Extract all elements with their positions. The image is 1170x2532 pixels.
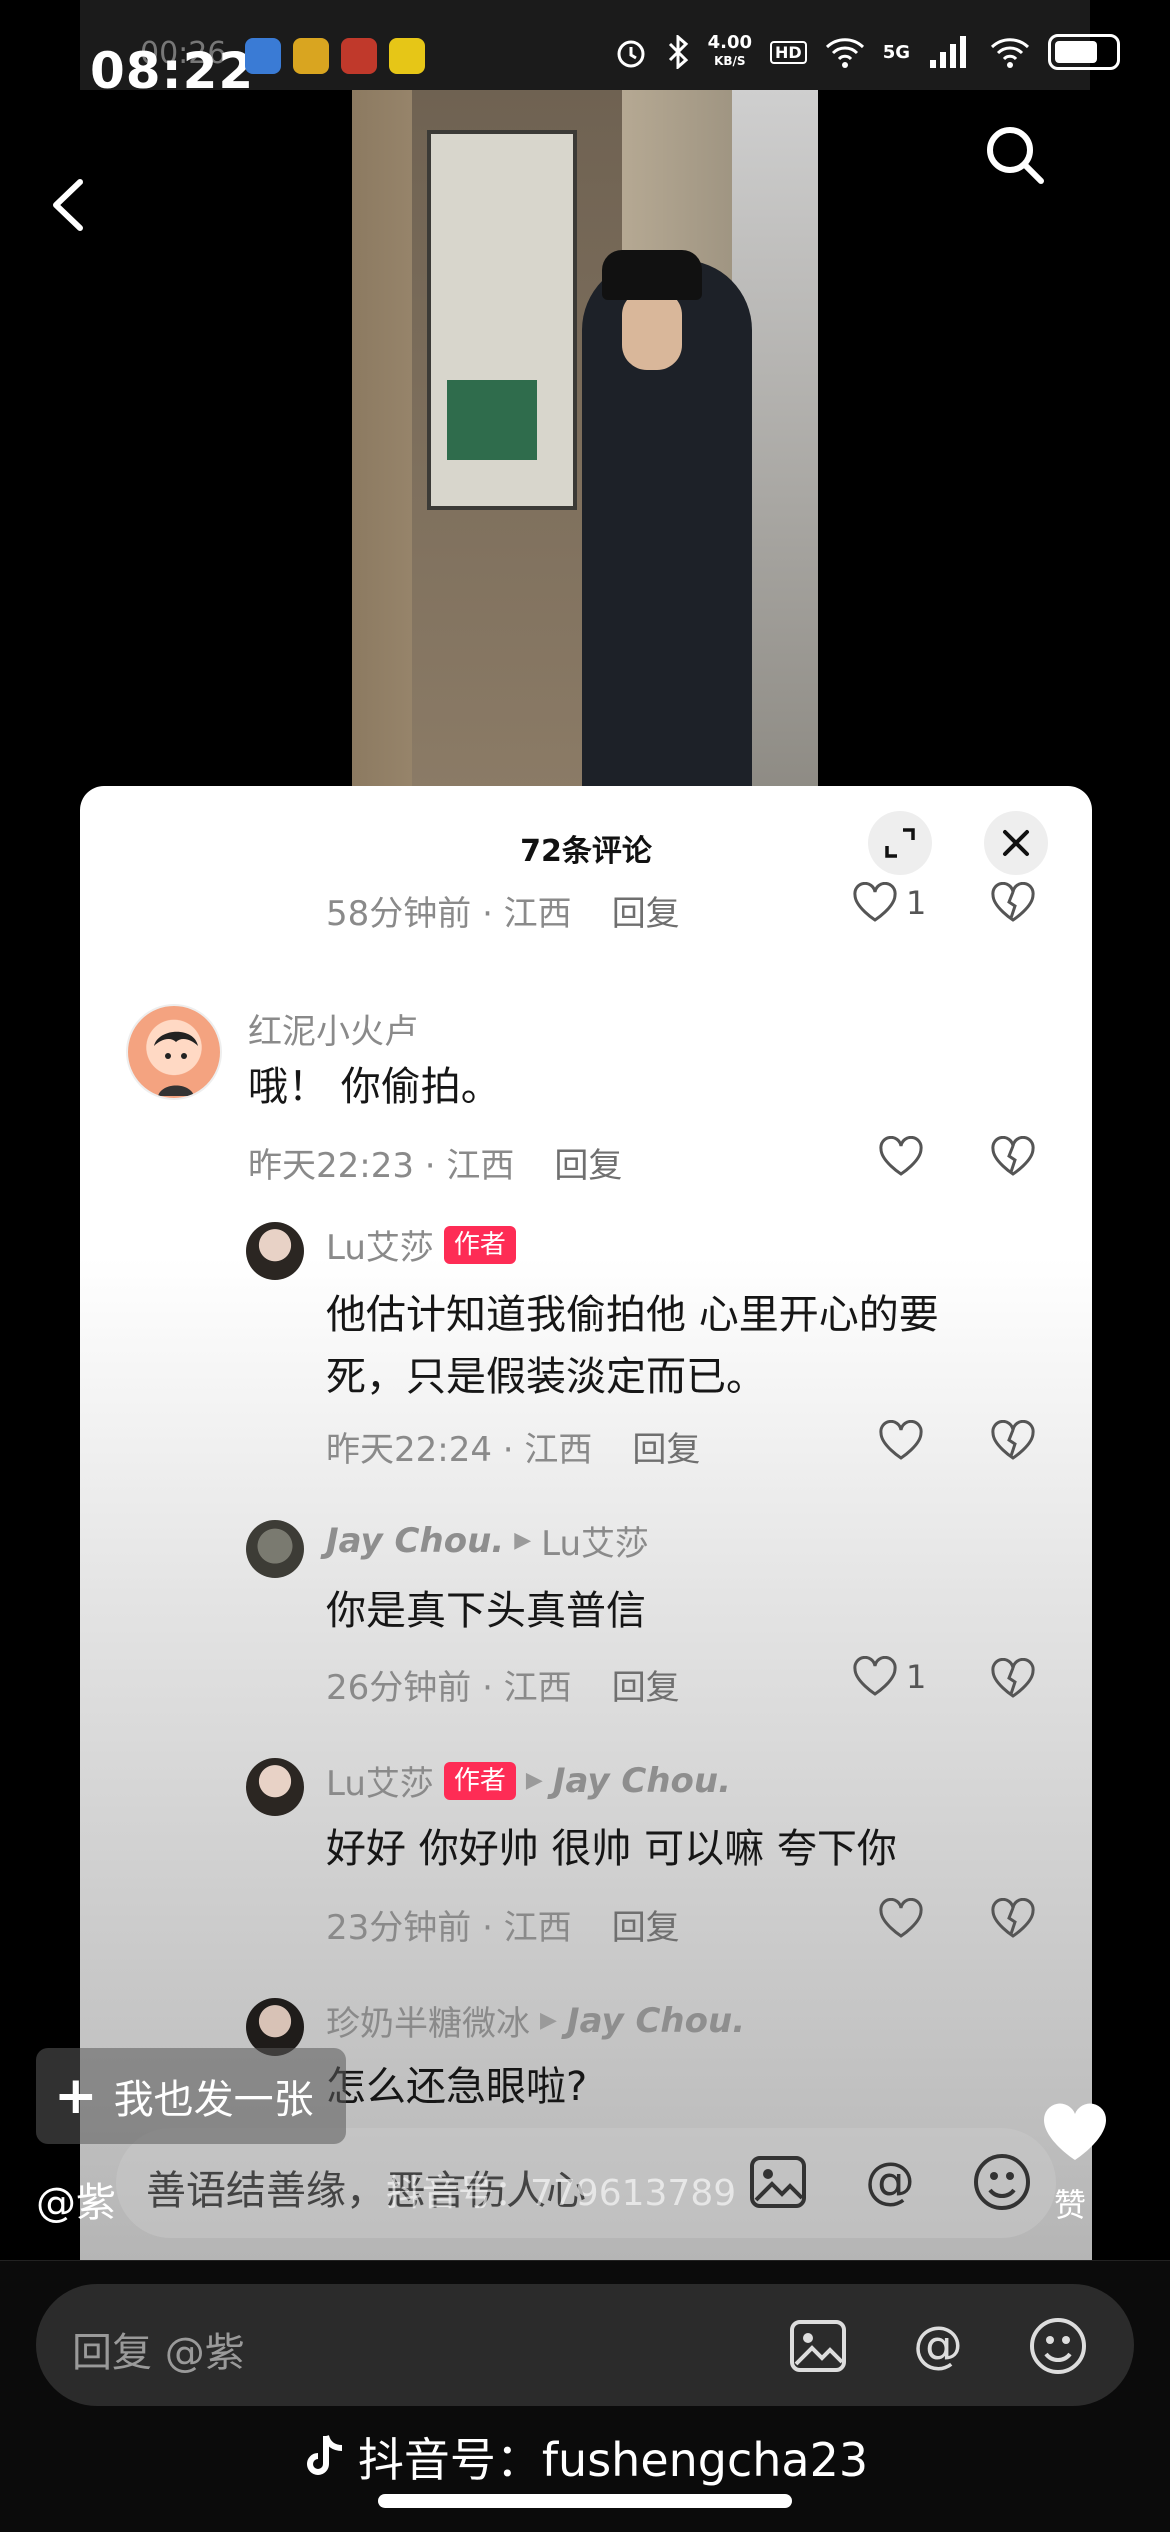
post-also-button[interactable]: + 我也发一张 bbox=[36, 2048, 346, 2144]
reply-link[interactable]: 回复 bbox=[554, 1146, 622, 1186]
post-also-label: 我也发一张 bbox=[113, 2077, 314, 2123]
news-app-icon bbox=[389, 38, 425, 74]
emoji-icon[interactable] bbox=[970, 2150, 1034, 2214]
reply-link[interactable]: 回复 bbox=[612, 894, 680, 934]
comment-meta: 昨天22:24 · 江西 回复 bbox=[326, 1430, 701, 1470]
like-button[interactable]: 1 bbox=[852, 1656, 926, 1698]
reply-placeholder: 回复 @紫 bbox=[72, 2330, 245, 2376]
image-icon[interactable] bbox=[786, 2314, 850, 2378]
expand-icon bbox=[885, 828, 915, 858]
video-comment-input[interactable]: 善语结善缘，恶言伤人心 抖音号：779613789 @ bbox=[116, 2128, 1056, 2238]
network-type: 5G bbox=[882, 41, 910, 63]
video-officer-face bbox=[622, 290, 682, 370]
video-poster-sign bbox=[447, 380, 537, 460]
search-button[interactable] bbox=[980, 120, 1050, 190]
comment-author[interactable]: Jay Chou. ▶ Lu艾莎 bbox=[326, 1516, 649, 1565]
comment-text: 哦！ 你偷拍。 bbox=[248, 1064, 501, 1110]
weather-app-icon bbox=[245, 38, 281, 74]
tiktok-logo-icon bbox=[306, 2435, 343, 2475]
reply-input[interactable]: 回复 @紫 @ bbox=[36, 2284, 1134, 2406]
svg-text:@: @ bbox=[865, 2152, 915, 2210]
hd-badge: HD bbox=[770, 40, 807, 64]
wifi-icon-2 bbox=[990, 38, 1030, 68]
like-count: 1 bbox=[906, 1658, 927, 1696]
comment-text: 好好 你好帅 很帅 可以嘛 夸下你 bbox=[326, 1826, 897, 1872]
at-icon[interactable]: @ bbox=[858, 2150, 922, 2214]
emoji-icon[interactable] bbox=[1026, 2314, 1090, 2378]
bluetooth-icon bbox=[668, 35, 688, 69]
douyin-id-watermark: 抖音号：fushengcha23 bbox=[0, 2424, 1170, 2490]
video-author-mention[interactable]: @紫 bbox=[36, 2170, 116, 2228]
status-time: 08:22 bbox=[90, 42, 255, 100]
dislike-heart-icon[interactable] bbox=[990, 1898, 1036, 1940]
plus-icon: + bbox=[54, 2066, 98, 2126]
avatar[interactable] bbox=[246, 1520, 304, 1578]
net-speed: 4.00 KB/S bbox=[707, 32, 753, 69]
dislike-heart-icon[interactable] bbox=[990, 1658, 1036, 1700]
heart-outline-icon[interactable] bbox=[878, 1898, 924, 1940]
comment-text: 你是真下头真普信 bbox=[326, 1588, 646, 1634]
search-icon bbox=[987, 127, 1044, 184]
heart-outline-icon bbox=[853, 882, 897, 922]
like-count: 1 bbox=[906, 884, 927, 922]
like-button[interactable]: 1 bbox=[852, 882, 926, 924]
comment-author[interactable]: Lu艾莎 作者 ▶ Jay Chou. bbox=[326, 1756, 731, 1805]
close-icon bbox=[1003, 830, 1029, 856]
comment-meta: 昨天22:23 · 江西 回复 bbox=[248, 1146, 623, 1186]
comment-author[interactable]: 红泥小火卢 bbox=[248, 1004, 418, 1053]
avatar[interactable] bbox=[126, 1004, 222, 1100]
close-button[interactable] bbox=[984, 811, 1048, 875]
reply-arrow-icon: ▶ bbox=[540, 2008, 557, 2033]
reply-link[interactable]: 回复 bbox=[612, 1668, 680, 1708]
alarm-icon bbox=[617, 40, 645, 68]
dislike-heart-icon[interactable] bbox=[990, 1420, 1036, 1462]
heart-filled-icon[interactable] bbox=[1040, 2100, 1110, 2164]
wifi-icon bbox=[825, 38, 864, 68]
signal-icon bbox=[930, 36, 966, 68]
heart-outline-icon bbox=[853, 1656, 897, 1696]
reply-arrow-icon: ▶ bbox=[525, 1768, 543, 1793]
chevron-left-icon bbox=[53, 179, 83, 231]
avatar[interactable] bbox=[246, 1222, 304, 1280]
reply-link[interactable]: 回复 bbox=[612, 1908, 680, 1948]
heart-outline-icon[interactable] bbox=[878, 1420, 924, 1462]
comments-count-title: 72条评论 bbox=[520, 834, 652, 869]
svg-text:@: @ bbox=[913, 2316, 963, 2374]
reply-arrow-icon: ▶ bbox=[514, 1528, 532, 1553]
avatar-illustration bbox=[154, 1031, 198, 1096]
video-frame[interactable] bbox=[352, 90, 818, 790]
notification-icons bbox=[245, 38, 425, 74]
comment-author[interactable]: Lu艾莎 作者 bbox=[326, 1220, 516, 1269]
status-indicators: 4.00 KB/S HD 5G bbox=[614, 34, 1120, 70]
expand-button[interactable] bbox=[868, 811, 932, 875]
back-button[interactable] bbox=[40, 170, 100, 240]
comment-text: 他估计知道我偷拍他 心里开心的要死，只是假装淡定而已。 bbox=[326, 1292, 939, 1400]
comment-author[interactable]: 珍奶半糖微冰 ▶ Jay Chou. bbox=[326, 1996, 745, 2045]
at-icon[interactable]: @ bbox=[906, 2314, 970, 2378]
douyin-watermark: 抖音号：779613789 bbox=[386, 2173, 737, 2214]
app-notification-icon bbox=[293, 38, 329, 74]
author-badge: 作者 bbox=[443, 1225, 516, 1264]
comment-text: 怎么还急眼啦? bbox=[326, 2064, 588, 2110]
comment-meta: 23分钟前 · 江西 回复 bbox=[326, 1908, 680, 1948]
dislike-heart-icon[interactable] bbox=[990, 882, 1036, 924]
avatar[interactable] bbox=[246, 1758, 304, 1816]
video-officer-cap bbox=[602, 250, 702, 300]
image-icon[interactable] bbox=[746, 2150, 810, 2214]
like-label: 赞 bbox=[1054, 2186, 1087, 2224]
dislike-heart-icon[interactable] bbox=[990, 1136, 1036, 1178]
home-indicator[interactable] bbox=[378, 2494, 792, 2508]
battery-icon bbox=[1048, 34, 1120, 70]
author-badge: 作者 bbox=[443, 1761, 516, 1800]
comments-panel: 72条评论 58分钟前 · 江西 回复 1 红泥小火卢 哦！ 你偷拍。 昨天22:… bbox=[80, 786, 1092, 2260]
heart-outline-icon[interactable] bbox=[878, 1136, 924, 1178]
comment-meta: 26分钟前 · 江西 回复 bbox=[326, 1668, 680, 1708]
reply-link[interactable]: 回复 bbox=[632, 1430, 700, 1470]
game-app-icon bbox=[341, 38, 377, 74]
comment-meta: 58分钟前 · 江西 回复 bbox=[326, 894, 680, 934]
